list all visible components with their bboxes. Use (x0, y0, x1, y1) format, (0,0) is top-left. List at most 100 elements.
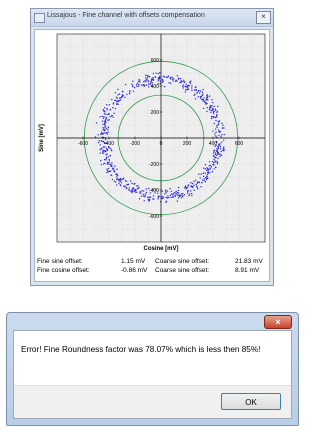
data-point (107, 156, 110, 158)
ok-button[interactable]: OK (221, 393, 281, 410)
data-point (212, 108, 214, 111)
coarse-sine-offset-label: Coarse sine offset: (155, 258, 210, 265)
error-dialog: × Error! Fine Roundness factor was 78.07… (6, 312, 299, 426)
data-point (103, 107, 106, 109)
data-point (219, 155, 221, 157)
data-point (107, 131, 109, 133)
data-point (190, 182, 192, 184)
data-point (111, 178, 114, 181)
offset-row-sine: Fine sine offset: 1.15 mV Coarse sine of… (37, 258, 269, 267)
data-point (106, 107, 108, 110)
data-point (197, 96, 199, 98)
data-point (143, 80, 145, 83)
data-point (206, 175, 208, 178)
data-point (196, 92, 199, 94)
data-point (178, 77, 180, 79)
data-point (158, 195, 160, 198)
data-point (190, 80, 192, 82)
data-point (107, 163, 109, 165)
data-point (215, 150, 218, 152)
data-point (182, 81, 184, 83)
data-point (146, 74, 149, 77)
x-tick-label: 600 (235, 141, 244, 147)
data-point (201, 182, 203, 184)
data-point (212, 163, 214, 166)
data-point (110, 148, 112, 150)
data-point (113, 112, 115, 115)
data-point (139, 192, 141, 194)
data-point (133, 86, 136, 89)
data-point (152, 195, 155, 197)
data-point (165, 76, 168, 79)
data-point (215, 135, 217, 137)
data-point (132, 190, 134, 193)
data-point (177, 192, 180, 194)
data-point (178, 194, 180, 196)
data-point (136, 185, 138, 187)
data-point (183, 193, 186, 196)
data-point (175, 190, 177, 193)
data-point (109, 108, 112, 111)
data-point (223, 127, 225, 129)
data-point (185, 85, 187, 88)
data-point (219, 145, 222, 148)
data-point (122, 94, 124, 97)
data-point (214, 152, 217, 154)
data-point (187, 84, 190, 87)
data-point (220, 136, 222, 138)
data-point (148, 81, 150, 83)
data-point (108, 162, 110, 164)
data-point (221, 127, 224, 129)
data-point (164, 190, 167, 192)
data-point (206, 94, 208, 96)
data-point (149, 196, 152, 198)
data-point (172, 78, 175, 80)
lissajous-close-button[interactable]: × (256, 11, 271, 24)
data-point (223, 150, 225, 152)
data-point (102, 127, 104, 129)
data-point (103, 132, 105, 134)
data-point (138, 198, 141, 200)
data-point (200, 95, 203, 98)
data-point (170, 196, 172, 199)
y-tick-label: 400 (151, 84, 160, 90)
data-point (210, 115, 213, 118)
data-point (138, 78, 140, 81)
data-point (199, 90, 202, 92)
data-point (202, 107, 205, 110)
data-point (157, 80, 159, 82)
data-point (170, 190, 173, 193)
error-dialog-close-button[interactable]: × (264, 315, 292, 329)
data-point (161, 78, 164, 80)
data-point (175, 193, 177, 195)
data-point (136, 82, 139, 84)
data-point (102, 117, 105, 119)
data-point (145, 74, 147, 77)
data-point (128, 187, 130, 189)
data-point (114, 165, 116, 167)
data-point (205, 178, 208, 180)
data-point (210, 111, 212, 113)
data-point (111, 114, 113, 117)
data-point (203, 179, 205, 182)
data-point (180, 80, 182, 82)
data-point (221, 134, 223, 136)
data-point (105, 159, 107, 161)
data-point (213, 158, 215, 161)
data-point (132, 86, 134, 88)
data-point (142, 193, 144, 195)
data-point (220, 154, 223, 156)
data-point (213, 150, 215, 152)
data-point (108, 113, 110, 116)
data-point (149, 198, 151, 201)
data-point (102, 109, 104, 111)
data-point (102, 149, 104, 151)
data-point (190, 190, 192, 192)
data-point (157, 198, 159, 200)
data-point (123, 185, 125, 187)
data-point (180, 197, 183, 199)
data-point (132, 80, 134, 82)
data-point (219, 130, 222, 133)
data-point (152, 72, 155, 75)
lissajous-titlebar[interactable]: Lissajous - Fine channel with offsets co… (31, 9, 273, 27)
